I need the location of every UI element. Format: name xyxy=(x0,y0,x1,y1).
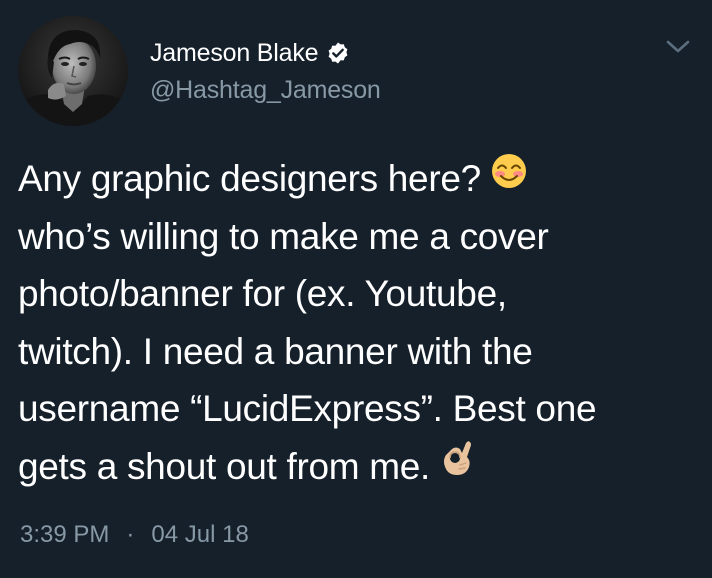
tweet-meta: 3:39 PM · 04 Jul 18 xyxy=(20,521,249,549)
chevron-down-icon[interactable] xyxy=(664,36,692,58)
verified-badge-icon xyxy=(326,41,350,65)
tweet-line: who’s willing to make me a cover xyxy=(18,215,549,257)
meta-separator: · xyxy=(126,521,135,548)
author-display-name[interactable]: Jameson Blake xyxy=(150,39,319,68)
tweet-line: photo/banner for (ex. Youtube, xyxy=(18,273,507,314)
tweet-text: Any graphic designers here? who’s willin… xyxy=(18,150,698,495)
smiling-face-with-smiling-eyes-emoji-icon xyxy=(491,148,527,206)
tweet-line: twitch). I need a banner with the xyxy=(18,330,533,372)
tweet-date[interactable]: 04 Jul 18 xyxy=(151,521,248,549)
avatar-photo xyxy=(18,16,128,126)
tweet-line: gets a shout out from me. xyxy=(18,438,698,496)
tweet-card: Jameson Blake @Hashtag_Jameson Any graph… xyxy=(0,0,712,578)
tweet-line: username “LucidExpress”. Best one xyxy=(18,388,597,429)
tweet-line: Any graphic designers here? xyxy=(18,150,698,208)
tweet-time[interactable]: 3:39 PM xyxy=(20,521,109,549)
author-handle[interactable]: @Hashtag_Jameson xyxy=(150,76,381,105)
avatar[interactable] xyxy=(18,16,128,126)
ok-hand-emoji-icon xyxy=(440,436,474,494)
author-name-row[interactable]: Jameson Blake xyxy=(150,38,350,68)
